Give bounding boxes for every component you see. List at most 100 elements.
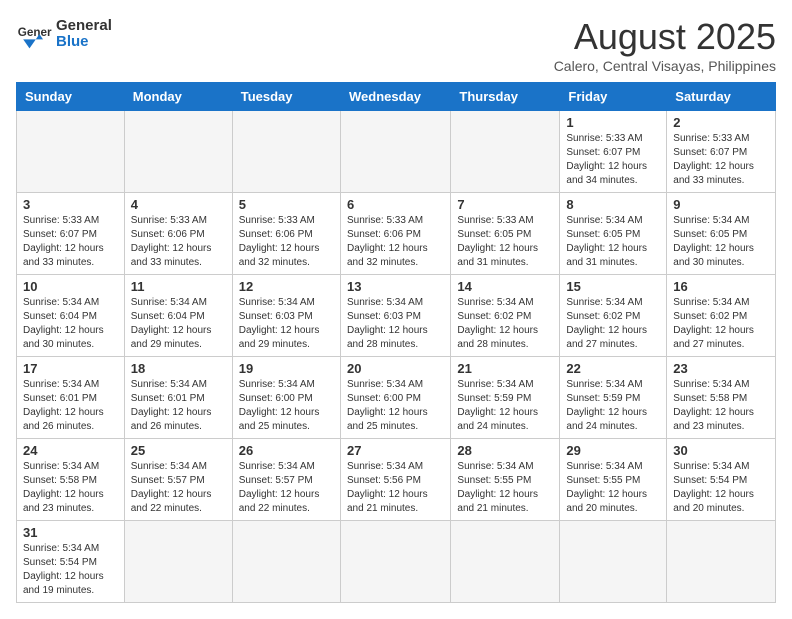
- day-info: Sunrise: 5:34 AM Sunset: 6:04 PM Dayligh…: [131, 296, 226, 352]
- day-info: Sunrise: 5:34 AM Sunset: 6:00 PM Dayligh…: [347, 378, 444, 434]
- calendar-cell: [17, 111, 125, 193]
- day-number: 6: [347, 197, 444, 212]
- calendar-week-row: 31 Sunrise: 5:34 AM Sunset: 5:54 PM Dayli…: [17, 521, 776, 603]
- day-info: Sunrise: 5:34 AM Sunset: 5:57 PM Dayligh…: [239, 460, 334, 516]
- day-info: Sunrise: 5:34 AM Sunset: 6:01 PM Dayligh…: [23, 378, 118, 434]
- calendar-cell: 3Sunrise: 5:33 AM Sunset: 6:07 PM Daylig…: [17, 193, 125, 275]
- logo: General General Blue: [16, 16, 112, 52]
- day-number: 11: [131, 279, 226, 294]
- day-number: 19: [239, 361, 334, 376]
- calendar-cell: [232, 521, 340, 603]
- day-number: 12: [239, 279, 334, 294]
- calendar-week-row: 3Sunrise: 5:33 AM Sunset: 6:07 PM Daylig…: [17, 193, 776, 275]
- calendar-cell: 31 Sunrise: 5:34 AM Sunset: 5:54 PM Dayli…: [17, 521, 125, 603]
- day-info: Sunrise: 5:34 AM Sunset: 6:00 PM Dayligh…: [239, 378, 334, 434]
- day-info: Sunrise: 5:34 AM Sunset: 6:05 PM Dayligh…: [566, 214, 660, 270]
- day-number: 29: [566, 443, 660, 458]
- calendar-cell: [124, 111, 232, 193]
- day-info: Sunrise: 5:34 AM Sunset: 5:57 PM Dayligh…: [131, 460, 226, 516]
- calendar-cell: 23 Sunrise: 5:34 AM Sunset: 5:58 PM Dayli…: [667, 357, 776, 439]
- day-number: 13: [347, 279, 444, 294]
- calendar-cell: 2Sunrise: 5:33 AM Sunset: 6:07 PM Daylig…: [667, 111, 776, 193]
- weekday-header-monday: Monday: [124, 83, 232, 111]
- day-info: Sunrise: 5:34 AM Sunset: 6:03 PM Dayligh…: [347, 296, 444, 352]
- calendar-cell: 11 Sunrise: 5:34 AM Sunset: 6:04 PM Dayli…: [124, 275, 232, 357]
- location-title: Calero, Central Visayas, Philippines: [554, 58, 776, 74]
- day-info: Sunrise: 5:34 AM Sunset: 6:02 PM Dayligh…: [566, 296, 660, 352]
- calendar-cell: 27Sunrise: 5:34 AM Sunset: 5:56 PM Dayli…: [340, 439, 450, 521]
- calendar-cell: 30 Sunrise: 5:34 AM Sunset: 5:54 PM Dayli…: [667, 439, 776, 521]
- day-number: 9: [673, 197, 769, 212]
- calendar-cell: 14Sunrise: 5:34 AM Sunset: 6:02 PM Dayli…: [451, 275, 560, 357]
- calendar-cell: 26Sunrise: 5:34 AM Sunset: 5:57 PM Dayli…: [232, 439, 340, 521]
- calendar: SundayMondayTuesdayWednesdayThursdayFrid…: [16, 82, 776, 603]
- day-info: Sunrise: 5:34 AM Sunset: 5:59 PM Dayligh…: [566, 378, 660, 434]
- day-number: 10: [23, 279, 118, 294]
- calendar-cell: 24Sunrise: 5:34 AM Sunset: 5:58 PM Dayli…: [17, 439, 125, 521]
- day-info: Sunrise: 5:33 AM Sunset: 6:05 PM Dayligh…: [457, 214, 553, 270]
- calendar-cell: 18 Sunrise: 5:34 AM Sunset: 6:01 PM Dayli…: [124, 357, 232, 439]
- day-info: Sunrise: 5:34 AM Sunset: 5:54 PM Dayligh…: [23, 542, 118, 598]
- calendar-cell: 25 Sunrise: 5:34 AM Sunset: 5:57 PM Dayli…: [124, 439, 232, 521]
- calendar-cell: 28Sunrise: 5:34 AM Sunset: 5:55 PM Dayli…: [451, 439, 560, 521]
- calendar-cell: [451, 521, 560, 603]
- calendar-cell: 5 Sunrise: 5:33 AM Sunset: 6:06 PM Daylig…: [232, 193, 340, 275]
- calendar-cell: 4Sunrise: 5:33 AM Sunset: 6:06 PM Daylig…: [124, 193, 232, 275]
- calendar-week-row: 1Sunrise: 5:33 AM Sunset: 6:07 PM Daylig…: [17, 111, 776, 193]
- calendar-week-row: 24Sunrise: 5:34 AM Sunset: 5:58 PM Dayli…: [17, 439, 776, 521]
- day-info: Sunrise: 5:34 AM Sunset: 6:04 PM Dayligh…: [23, 296, 118, 352]
- day-number: 17: [23, 361, 118, 376]
- calendar-cell: [560, 521, 667, 603]
- weekday-header-row: SundayMondayTuesdayWednesdayThursdayFrid…: [17, 83, 776, 111]
- day-number: 23: [673, 361, 769, 376]
- day-info: Sunrise: 5:34 AM Sunset: 5:59 PM Dayligh…: [457, 378, 553, 434]
- day-number: 18: [131, 361, 226, 376]
- day-info: Sunrise: 5:34 AM Sunset: 5:55 PM Dayligh…: [566, 460, 660, 516]
- calendar-cell: [451, 111, 560, 193]
- weekday-header-thursday: Thursday: [451, 83, 560, 111]
- calendar-cell: [667, 521, 776, 603]
- calendar-cell: 8 Sunrise: 5:34 AM Sunset: 6:05 PM Daylig…: [560, 193, 667, 275]
- calendar-cell: 20Sunrise: 5:34 AM Sunset: 6:00 PM Dayli…: [340, 357, 450, 439]
- day-info: Sunrise: 5:34 AM Sunset: 6:05 PM Dayligh…: [673, 214, 769, 270]
- day-number: 24: [23, 443, 118, 458]
- day-number: 4: [131, 197, 226, 212]
- calendar-cell: 10 Sunrise: 5:34 AM Sunset: 6:04 PM Dayli…: [17, 275, 125, 357]
- day-number: 14: [457, 279, 553, 294]
- weekday-header-wednesday: Wednesday: [340, 83, 450, 111]
- calendar-cell: 19 Sunrise: 5:34 AM Sunset: 6:00 PM Dayli…: [232, 357, 340, 439]
- logo-general: General: [56, 18, 112, 35]
- month-title: August 2025: [554, 16, 776, 58]
- generalblue-logo-icon: General: [16, 16, 52, 52]
- calendar-cell: 29 Sunrise: 5:34 AM Sunset: 5:55 PM Dayli…: [560, 439, 667, 521]
- day-number: 21: [457, 361, 553, 376]
- day-number: 5: [239, 197, 334, 212]
- day-number: 27: [347, 443, 444, 458]
- weekday-header-friday: Friday: [560, 83, 667, 111]
- day-number: 22: [566, 361, 660, 376]
- day-info: Sunrise: 5:33 AM Sunset: 6:07 PM Dayligh…: [566, 132, 660, 188]
- calendar-cell: [340, 111, 450, 193]
- day-info: Sunrise: 5:34 AM Sunset: 5:54 PM Dayligh…: [673, 460, 769, 516]
- weekday-header-saturday: Saturday: [667, 83, 776, 111]
- day-info: Sunrise: 5:34 AM Sunset: 6:02 PM Dayligh…: [673, 296, 769, 352]
- day-number: 3: [23, 197, 118, 212]
- day-info: Sunrise: 5:34 AM Sunset: 6:01 PM Dayligh…: [131, 378, 226, 434]
- calendar-cell: 21 Sunrise: 5:34 AM Sunset: 5:59 PM Dayli…: [451, 357, 560, 439]
- weekday-header-tuesday: Tuesday: [232, 83, 340, 111]
- title-area: August 2025 Calero, Central Visayas, Phi…: [554, 16, 776, 74]
- day-info: Sunrise: 5:33 AM Sunset: 6:06 PM Dayligh…: [347, 214, 444, 270]
- day-info: Sunrise: 5:33 AM Sunset: 6:06 PM Dayligh…: [239, 214, 334, 270]
- day-number: 16: [673, 279, 769, 294]
- calendar-cell: 16 Sunrise: 5:34 AM Sunset: 6:02 PM Dayli…: [667, 275, 776, 357]
- day-info: Sunrise: 5:34 AM Sunset: 5:58 PM Dayligh…: [673, 378, 769, 434]
- day-number: 25: [131, 443, 226, 458]
- weekday-header-sunday: Sunday: [17, 83, 125, 111]
- day-number: 31: [23, 525, 118, 540]
- calendar-cell: [232, 111, 340, 193]
- day-number: 30: [673, 443, 769, 458]
- day-number: 8: [566, 197, 660, 212]
- calendar-cell: 15Sunrise: 5:34 AM Sunset: 6:02 PM Dayli…: [560, 275, 667, 357]
- calendar-cell: 22 Sunrise: 5:34 AM Sunset: 5:59 PM Dayli…: [560, 357, 667, 439]
- day-info: Sunrise: 5:34 AM Sunset: 5:55 PM Dayligh…: [457, 460, 553, 516]
